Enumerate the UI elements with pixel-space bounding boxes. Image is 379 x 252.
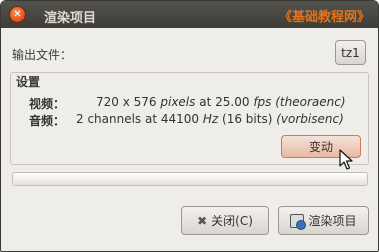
- audio-info-row: 音频： 2 channels at 44100 Hz (16 bits) (vo…: [29, 112, 344, 129]
- close-button[interactable]: ✖ 关闭(C): [181, 206, 269, 235]
- audio-value: 2 channels at 44100 Hz (16 bits) (vorbis…: [76, 112, 344, 126]
- window-close-button[interactable]: ✕: [9, 6, 26, 23]
- render-icon: [290, 213, 307, 230]
- title-bar: ✕ 渲染项目 《基础教程网》: [1, 1, 378, 28]
- close-icon: ✕: [13, 9, 22, 20]
- render-progress-bar: [12, 172, 368, 186]
- settings-title: 设置: [16, 75, 41, 89]
- window-title: 渲染项目: [44, 11, 97, 26]
- render-project-button[interactable]: 渲染项目: [278, 206, 369, 235]
- mouse-pointer-icon: [339, 149, 353, 170]
- render-dialog: ✕ 渲染项目 《基础教程网》 输出文件： tz1 设置 视频： 720 x 57…: [0, 0, 379, 252]
- close-button-label: 关闭(C): [211, 214, 253, 228]
- output-file-button[interactable]: tz1: [335, 40, 366, 65]
- audio-label: 音频：: [29, 114, 66, 128]
- video-label: 视频：: [29, 97, 66, 111]
- video-value: 720 x 576 pixels at 25.00 fps (theoraenc…: [96, 95, 346, 109]
- close-icon: ✖: [197, 213, 208, 228]
- watermark-text: 《基础教程网》: [278, 10, 370, 25]
- render-button-label: 渲染项目: [308, 214, 357, 228]
- video-info-row: 视频： 720 x 576 pixels at 25.00 fps (theor…: [29, 95, 346, 112]
- output-file-label: 输出文件：: [12, 48, 73, 62]
